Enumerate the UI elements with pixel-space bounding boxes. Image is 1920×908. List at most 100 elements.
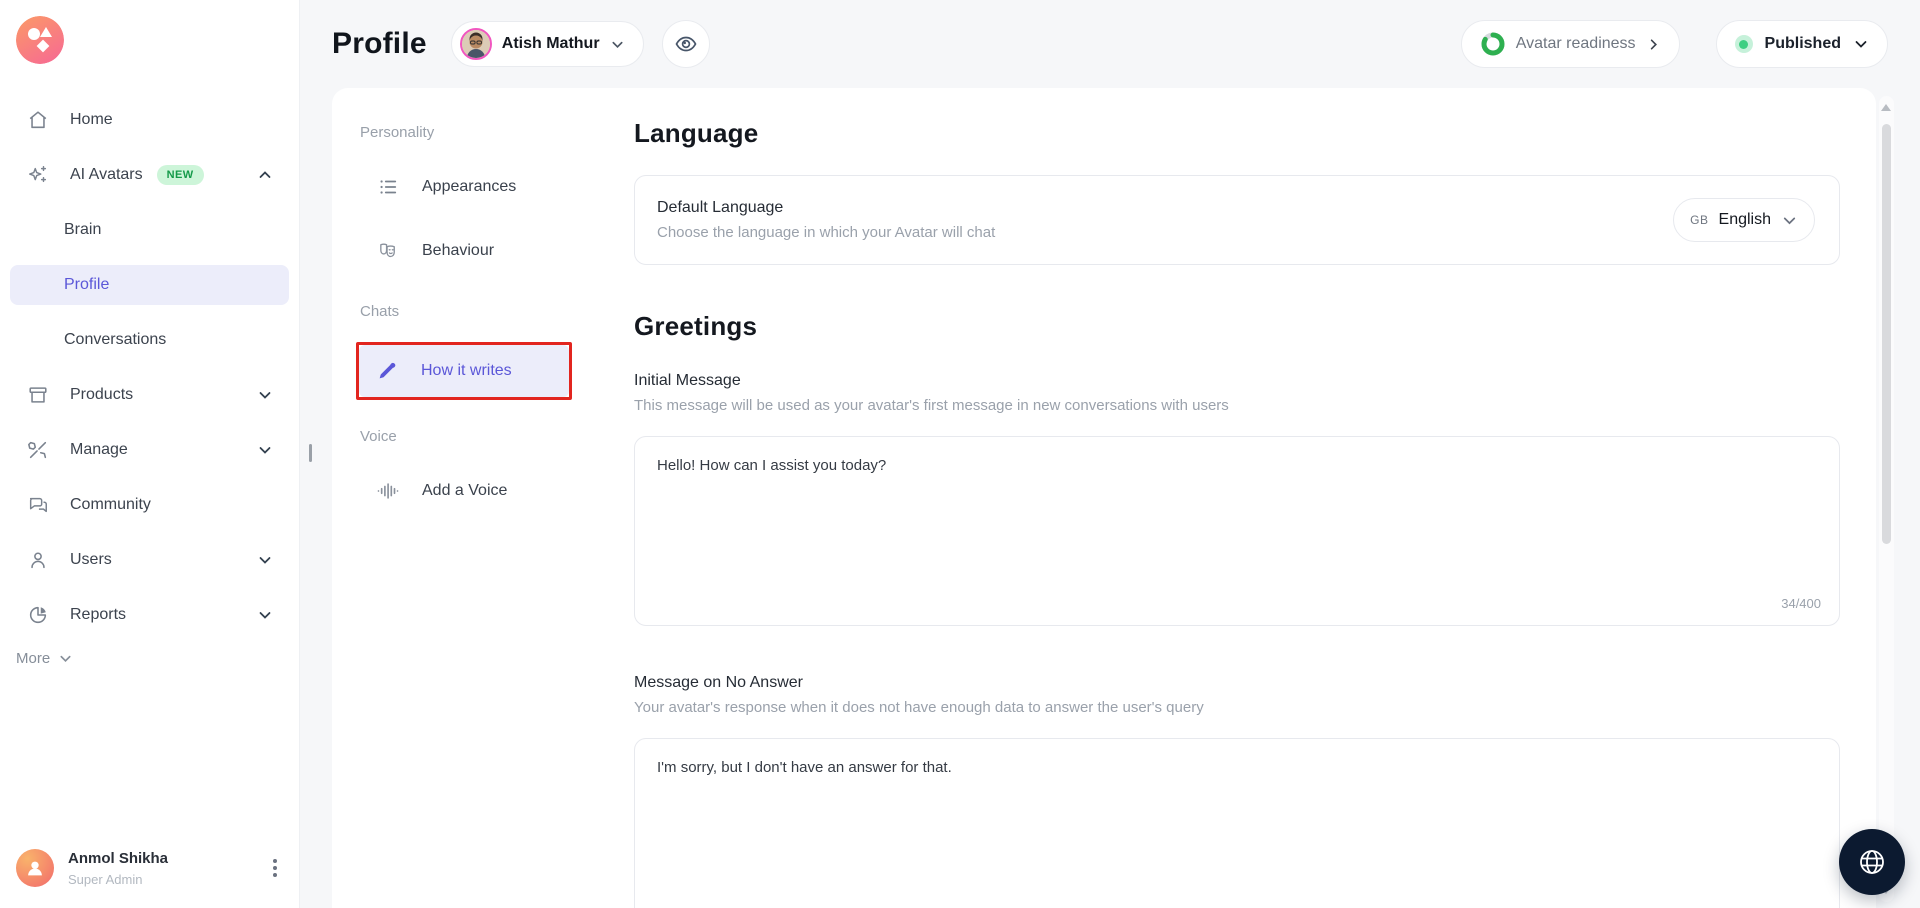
eye-icon: [674, 32, 698, 56]
sidebar-item-label: Community: [70, 496, 151, 514]
sidebar-item-label: Conversations: [64, 331, 166, 349]
profile-content: Language Default Language Choose the lan…: [600, 88, 1876, 908]
home-icon: [26, 108, 50, 132]
language-selected-value: English: [1719, 211, 1771, 229]
pencil-icon: [375, 359, 399, 383]
user-avatar: [16, 849, 54, 887]
language-section-heading: Language: [634, 118, 1840, 149]
sidebar-user-card: Anmol Shikha Super Admin: [0, 840, 299, 896]
no-answer-label: Message on No Answer: [634, 674, 1840, 692]
sidebar-item-label: Profile: [64, 276, 109, 294]
greetings-section-heading: Greetings: [634, 311, 1840, 342]
person-icon: [26, 548, 50, 572]
no-answer-description: Your avatar's response when it does not …: [634, 699, 1840, 716]
new-badge: NEW: [157, 165, 204, 185]
default-language-label: Default Language: [657, 199, 995, 217]
scrollbar-thumb[interactable]: [1882, 124, 1891, 544]
theater-masks-icon: [376, 239, 400, 263]
sidebar-item-home[interactable]: Home: [0, 100, 299, 140]
products-icon: [26, 383, 50, 407]
main-panel: Personality Appearances Behaviour Chats …: [332, 88, 1876, 908]
user-role: Super Admin: [68, 872, 168, 887]
sidebar-item-label: Home: [70, 111, 113, 129]
more-label: More: [16, 650, 50, 667]
readiness-ring-icon: [1480, 31, 1506, 57]
initial-message-label: Initial Message: [634, 372, 1840, 390]
default-language-text: Default Language Choose the language in …: [657, 199, 995, 241]
page-title: Profile: [332, 27, 427, 61]
subnav-item-label: Behaviour: [422, 242, 494, 260]
sidebar-more[interactable]: More: [16, 650, 299, 667]
sidebar-item-brain[interactable]: Brain: [0, 210, 299, 250]
content-scrollbar[interactable]: [1879, 96, 1894, 902]
brand-logo[interactable]: [16, 16, 64, 64]
subnav-heading-personality: Personality: [360, 124, 600, 141]
chevron-down-icon: [610, 37, 625, 52]
sidebar-item-label: Users: [70, 551, 112, 569]
sidebar-item-profile[interactable]: Profile: [10, 265, 289, 305]
language-select-dropdown[interactable]: GB English: [1673, 198, 1815, 242]
scroll-up-arrow-icon[interactable]: [1881, 104, 1891, 111]
panel-resize-handle[interactable]: [309, 444, 312, 462]
sidebar-item-community[interactable]: Community: [0, 485, 299, 525]
sidebar-item-label: Products: [70, 386, 133, 404]
globe-floating-button[interactable]: [1839, 829, 1905, 895]
initial-message-box: Hello! How can I assist you today? 34/40…: [634, 436, 1840, 626]
chevron-up-icon: [257, 167, 273, 183]
default-language-card: Default Language Choose the language in …: [634, 175, 1840, 265]
sidebar-item-label: AI Avatars: [70, 166, 143, 184]
sidebar-item-conversations[interactable]: Conversations: [0, 320, 299, 360]
red-annotation-box: How it writes: [356, 342, 572, 400]
sidebar-item-label: Brain: [64, 221, 101, 239]
main-sidebar: Home AI Avatars NEW Brain Profile Conver…: [0, 0, 300, 908]
subnav-item-label: Appearances: [422, 178, 516, 196]
sidebar-item-label: Manage: [70, 441, 128, 459]
subnav-item-behaviour[interactable]: Behaviour: [360, 227, 600, 275]
chevron-right-icon: [1646, 37, 1661, 52]
status-label: Published: [1765, 35, 1841, 53]
chevron-down-icon: [257, 387, 273, 403]
globe-icon: [1856, 846, 1888, 878]
initial-message-description: This message will be used as your avatar…: [634, 397, 1840, 414]
publish-status-dropdown[interactable]: Published: [1716, 20, 1888, 68]
sidebar-item-ai-avatars[interactable]: AI Avatars NEW: [0, 155, 299, 195]
pie-chart-icon: [26, 603, 50, 627]
language-country-code: GB: [1690, 213, 1708, 227]
chevron-down-icon: [1853, 36, 1869, 52]
waveform-icon: [376, 479, 400, 503]
no-answer-input[interactable]: I'm sorry, but I don't have an answer fo…: [635, 739, 1839, 908]
top-header: Profile Atish Mathur Avatar readiness Pu…: [300, 0, 1920, 88]
sidebar-item-manage[interactable]: Manage: [0, 430, 299, 470]
avatar-selector-dropdown[interactable]: Atish Mathur: [451, 21, 644, 67]
readiness-label: Avatar readiness: [1516, 35, 1636, 53]
subnav-item-label: Add a Voice: [422, 482, 507, 500]
avatar-readiness-button[interactable]: Avatar readiness: [1461, 20, 1680, 68]
preview-eye-button[interactable]: [662, 20, 710, 68]
chevron-down-icon: [257, 607, 273, 623]
subnav-item-add-voice[interactable]: Add a Voice: [360, 467, 600, 515]
user-menu-kebab-icon[interactable]: [269, 855, 281, 881]
sidebar-item-reports[interactable]: Reports: [0, 595, 299, 635]
selected-avatar-name: Atish Mathur: [502, 35, 600, 53]
user-name: Anmol Shikha: [68, 850, 168, 867]
tools-icon: [26, 438, 50, 462]
sidebar-item-products[interactable]: Products: [0, 375, 299, 415]
sidebar-item-users[interactable]: Users: [0, 540, 299, 580]
chevron-down-icon: [257, 442, 273, 458]
profile-subnav: Personality Appearances Behaviour Chats …: [332, 88, 600, 908]
no-answer-box: I'm sorry, but I don't have an answer fo…: [634, 738, 1840, 908]
published-status-dot: [1735, 35, 1753, 53]
chevron-down-icon: [257, 552, 273, 568]
initial-message-counter: 34/400: [1781, 596, 1821, 611]
subnav-item-how-it-writes[interactable]: How it writes: [359, 345, 569, 397]
default-language-description: Choose the language in which your Avatar…: [657, 224, 995, 241]
selected-avatar-photo: [460, 28, 492, 60]
subnav-item-label: How it writes: [421, 362, 512, 380]
initial-message-input[interactable]: Hello! How can I assist you today?: [635, 437, 1839, 625]
sidebar-nav: Home AI Avatars NEW Brain Profile Conver…: [0, 100, 299, 635]
sidebar-item-label: Reports: [70, 606, 126, 624]
header-actions: Avatar readiness Published: [1461, 20, 1888, 68]
list-icon: [376, 175, 400, 199]
subnav-item-appearances[interactable]: Appearances: [360, 163, 600, 211]
chevron-down-icon: [58, 651, 73, 666]
